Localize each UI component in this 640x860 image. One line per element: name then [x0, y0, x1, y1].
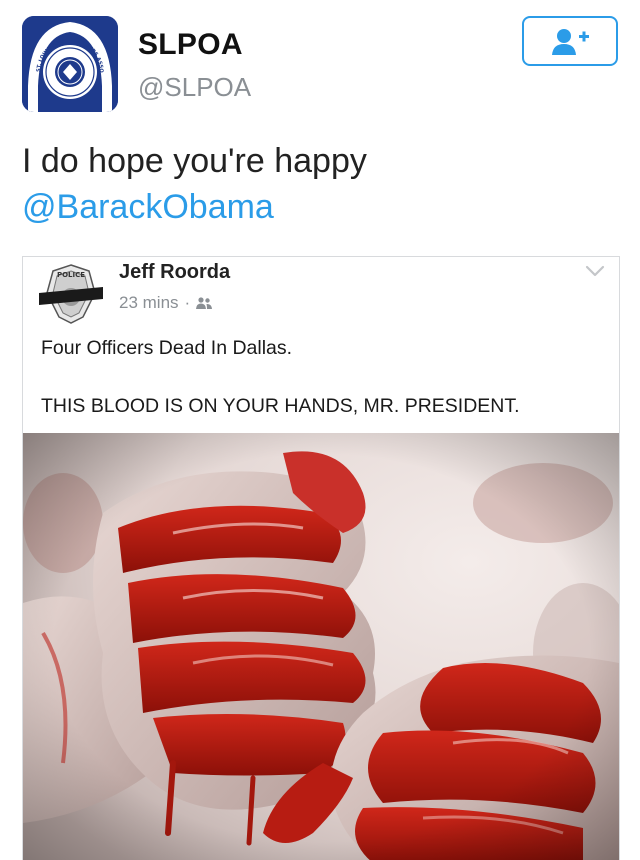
- post-image[interactable]: [23, 433, 619, 860]
- post-text-line: THIS BLOOD IS ON YOUR HANDS, MR. PRESIDE…: [41, 395, 520, 417]
- post-timestamp[interactable]: 23 mins: [119, 293, 179, 313]
- police-badge-icon: POLICE: [39, 264, 103, 324]
- embedded-post[interactable]: POLICE Jeff Roorda 23 mins · Four Office…: [22, 256, 620, 860]
- badge-text: POLICE: [57, 271, 85, 279]
- account-avatar[interactable]: ST. LOUIS POLICE OFFICERS ASSOCIATION: [22, 16, 118, 112]
- display-name[interactable]: SLPOA: [138, 28, 243, 62]
- add-user-icon: [552, 29, 589, 55]
- mention-link[interactable]: @BarackObama: [22, 184, 622, 230]
- tweet-text-line: I do hope you're happy: [22, 142, 367, 180]
- chevron-down-icon[interactable]: [583, 261, 607, 281]
- friends-icon: [196, 297, 213, 309]
- tweet-card: ST. LOUIS POLICE OFFICERS ASSOCIATION SL…: [0, 0, 640, 860]
- police-badge-logo-icon: ST. LOUIS POLICE OFFICERS ASSOCIATION: [22, 16, 118, 112]
- post-author-avatar[interactable]: POLICE: [39, 263, 103, 327]
- meta-separator: ·: [184, 293, 191, 312]
- post-text-line: Four Officers Dead In Dallas.: [41, 337, 293, 359]
- tweet-text: I do hope you're happy @BarackObama: [22, 138, 622, 230]
- follow-button[interactable]: [522, 16, 618, 66]
- post-author-name[interactable]: Jeff Roorda: [119, 261, 230, 284]
- post-meta: 23 mins ·: [119, 293, 213, 313]
- account-handle[interactable]: @SLPOA: [138, 72, 251, 103]
